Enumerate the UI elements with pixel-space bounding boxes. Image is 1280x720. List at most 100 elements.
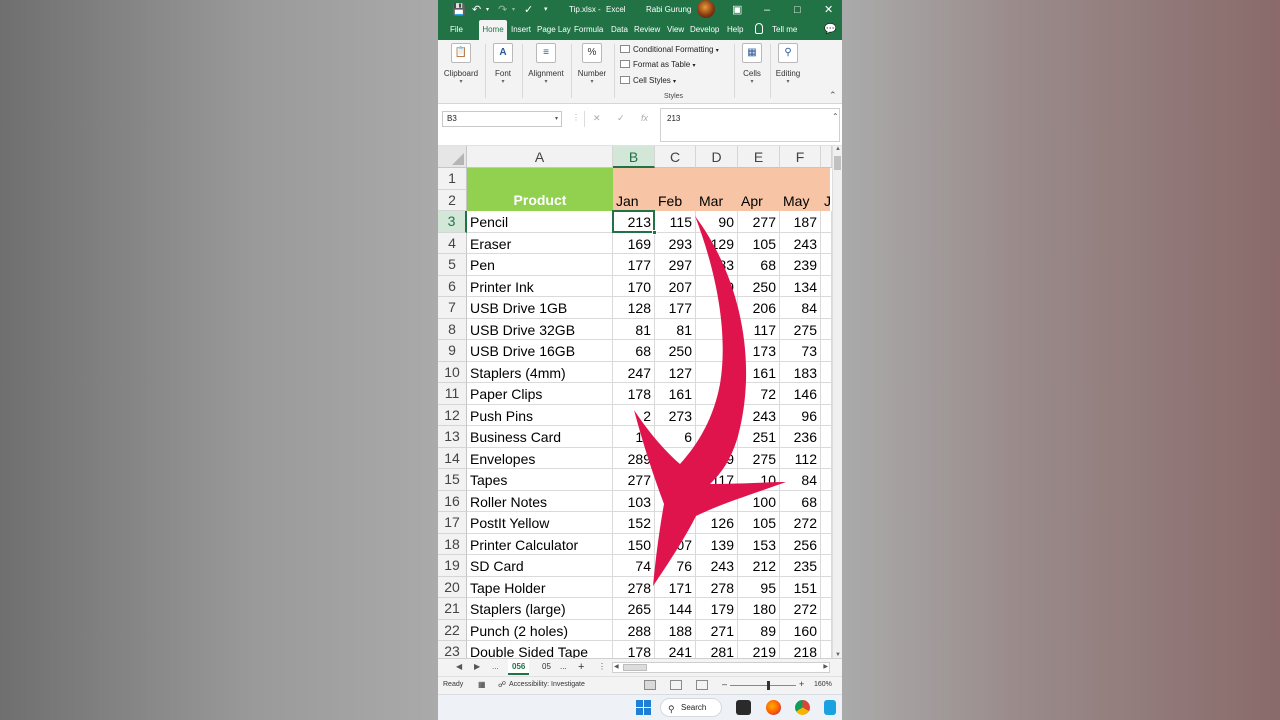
product-name-cell[interactable]: USB Drive 32GB xyxy=(467,318,613,340)
sales-value-cell[interactable]: 179 xyxy=(696,598,738,620)
row-header-11[interactable]: 11 xyxy=(438,383,467,405)
sales-value-cell[interactable]: 134 xyxy=(780,275,821,297)
avatar[interactable] xyxy=(697,0,715,18)
zoom-level[interactable]: 160% xyxy=(814,681,832,688)
sales-value-cell[interactable]: 112 xyxy=(780,447,821,469)
formula-input[interactable]: 213 xyxy=(660,108,840,142)
tab-insert[interactable]: Insert xyxy=(511,20,531,40)
row-header-22[interactable]: 22 xyxy=(438,619,467,641)
horizontal-scrollbar[interactable]: ◀ ▶ xyxy=(612,662,830,673)
sales-value-cell[interactable] xyxy=(696,490,738,512)
product-name-cell[interactable]: Pen xyxy=(467,254,613,276)
tab-file[interactable]: File xyxy=(450,20,463,40)
macro-record-icon[interactable]: ▦ xyxy=(478,680,486,689)
undo-dropdown-icon[interactable]: ▾ xyxy=(486,3,489,17)
row-header-7[interactable]: 7 xyxy=(438,297,467,319)
alignment-group[interactable]: ≡ Alignment ▾ xyxy=(526,43,566,86)
sales-value-cell[interactable]: 81 xyxy=(655,318,696,340)
partial-cell[interactable] xyxy=(821,512,832,534)
sales-value-cell[interactable]: 183 xyxy=(780,361,821,383)
sales-value-cell[interactable]: 297 xyxy=(655,254,696,276)
sales-value-cell[interactable]: 160 xyxy=(780,619,821,641)
partial-cell[interactable] xyxy=(821,383,832,405)
app-icon[interactable] xyxy=(824,700,836,715)
sales-value-cell[interactable]: 105 xyxy=(738,512,780,534)
sales-value-cell[interactable]: 127 xyxy=(655,361,696,383)
sales-value-cell[interactable]: 239 xyxy=(780,254,821,276)
product-header-cell[interactable]: Product xyxy=(467,168,613,211)
sales-value-cell[interactable]: 288 xyxy=(613,619,655,641)
sales-value-cell[interactable]: 161 xyxy=(738,361,780,383)
sales-value-cell[interactable]: 235 xyxy=(780,555,821,577)
sales-value-cell[interactable]: 177 xyxy=(613,254,655,276)
font-group[interactable]: A Font ▾ xyxy=(489,43,517,86)
sales-value-cell[interactable]: 281 xyxy=(696,641,738,658)
sales-value-cell[interactable]: 96 xyxy=(780,404,821,426)
autosave-icon[interactable]: ✓ xyxy=(524,3,533,17)
zoom-out-icon[interactable]: – xyxy=(722,679,727,689)
name-box[interactable]: B3 ▾ xyxy=(442,111,562,127)
sales-value-cell[interactable]: 95 xyxy=(738,576,780,598)
redo-icon[interactable]: ↷ xyxy=(498,3,507,17)
sales-value-cell[interactable]: 103 xyxy=(613,490,655,512)
chrome-icon[interactable] xyxy=(795,700,810,715)
sales-value-cell[interactable]: 289 xyxy=(613,447,655,469)
more-options-icon[interactable]: ⋮ xyxy=(572,113,580,122)
month-header-jan[interactable]: Jan xyxy=(613,190,655,212)
taskbar-search[interactable]: ⚲ Search xyxy=(660,698,722,717)
tab-data[interactable]: Data xyxy=(611,20,628,40)
sales-value-cell[interactable]: 151 xyxy=(780,576,821,598)
cancel-icon[interactable]: ✕ xyxy=(593,111,601,125)
sales-value-cell[interactable]: 271 xyxy=(696,619,738,641)
sales-value-cell[interactable]: 177 xyxy=(655,297,696,319)
sales-value-cell[interactable]: 243 xyxy=(780,232,821,254)
partial-cell[interactable] xyxy=(821,254,832,276)
row-header-9[interactable]: 9 xyxy=(438,340,467,362)
row-header-14[interactable]: 14 xyxy=(438,447,467,469)
zoom-slider-thumb[interactable] xyxy=(767,681,770,690)
partial-cell[interactable] xyxy=(821,275,832,297)
undo-icon[interactable]: ↶ xyxy=(472,3,481,17)
product-name-cell[interactable]: Staplers (large) xyxy=(467,598,613,620)
accessibility-icon[interactable]: ☍ xyxy=(498,680,506,689)
sales-value-cell[interactable] xyxy=(655,512,696,534)
minimize-icon[interactable]: – xyxy=(764,3,770,17)
partial-cell[interactable] xyxy=(821,490,832,512)
sales-value-cell[interactable] xyxy=(696,404,738,426)
sales-value-cell[interactable] xyxy=(696,297,738,319)
product-name-cell[interactable]: Staplers (4mm) xyxy=(467,361,613,383)
sales-value-cell[interactable]: 207 xyxy=(655,275,696,297)
product-name-cell[interactable]: PostIt Yellow xyxy=(467,512,613,534)
column-header-c[interactable]: C xyxy=(655,146,696,168)
cells-group[interactable]: ▦ Cells ▾ xyxy=(738,43,766,86)
column-header-b[interactable]: B xyxy=(613,146,655,168)
sales-value-cell[interactable]: 265 xyxy=(613,598,655,620)
partial-cell[interactable] xyxy=(821,555,832,577)
sales-value-cell[interactable]: 117 xyxy=(738,318,780,340)
sales-value-cell[interactable]: 9 xyxy=(696,275,738,297)
row-header-4[interactable]: 4 xyxy=(438,232,467,254)
partial-cell[interactable] xyxy=(821,533,832,555)
row-header-10[interactable]: 10 xyxy=(438,361,467,383)
sales-value-cell[interactable]: 100 xyxy=(738,490,780,512)
sales-value-cell[interactable]: 251 xyxy=(738,426,780,448)
sales-value-cell[interactable]: 105 xyxy=(738,232,780,254)
partial-cell[interactable] xyxy=(821,318,832,340)
row-header-19[interactable]: 19 xyxy=(438,555,467,577)
sales-value-cell[interactable] xyxy=(655,447,696,469)
sheet-tabs-splitter[interactable]: ⋮ xyxy=(598,662,606,671)
qat-customize-icon[interactable]: ▾ xyxy=(544,3,548,17)
sales-value-cell[interactable]: 250 xyxy=(738,275,780,297)
product-name-cell[interactable]: Tape Holder xyxy=(467,576,613,598)
scroll-left-icon[interactable]: ◀ xyxy=(614,663,619,670)
sales-value-cell[interactable]: 72 xyxy=(738,383,780,405)
partial-cell[interactable] xyxy=(821,426,832,448)
sales-value-cell[interactable]: 278 xyxy=(613,576,655,598)
maximize-icon[interactable]: □ xyxy=(794,3,801,17)
next-sheet-icon[interactable]: ▶ xyxy=(474,662,480,671)
tab-formulas[interactable]: Formula xyxy=(574,20,603,40)
partial-cell[interactable] xyxy=(821,361,832,383)
task-view-icon[interactable] xyxy=(736,700,751,715)
product-name-cell[interactable]: Punch (2 holes) xyxy=(467,619,613,641)
sales-value-cell[interactable]: 83 xyxy=(696,254,738,276)
